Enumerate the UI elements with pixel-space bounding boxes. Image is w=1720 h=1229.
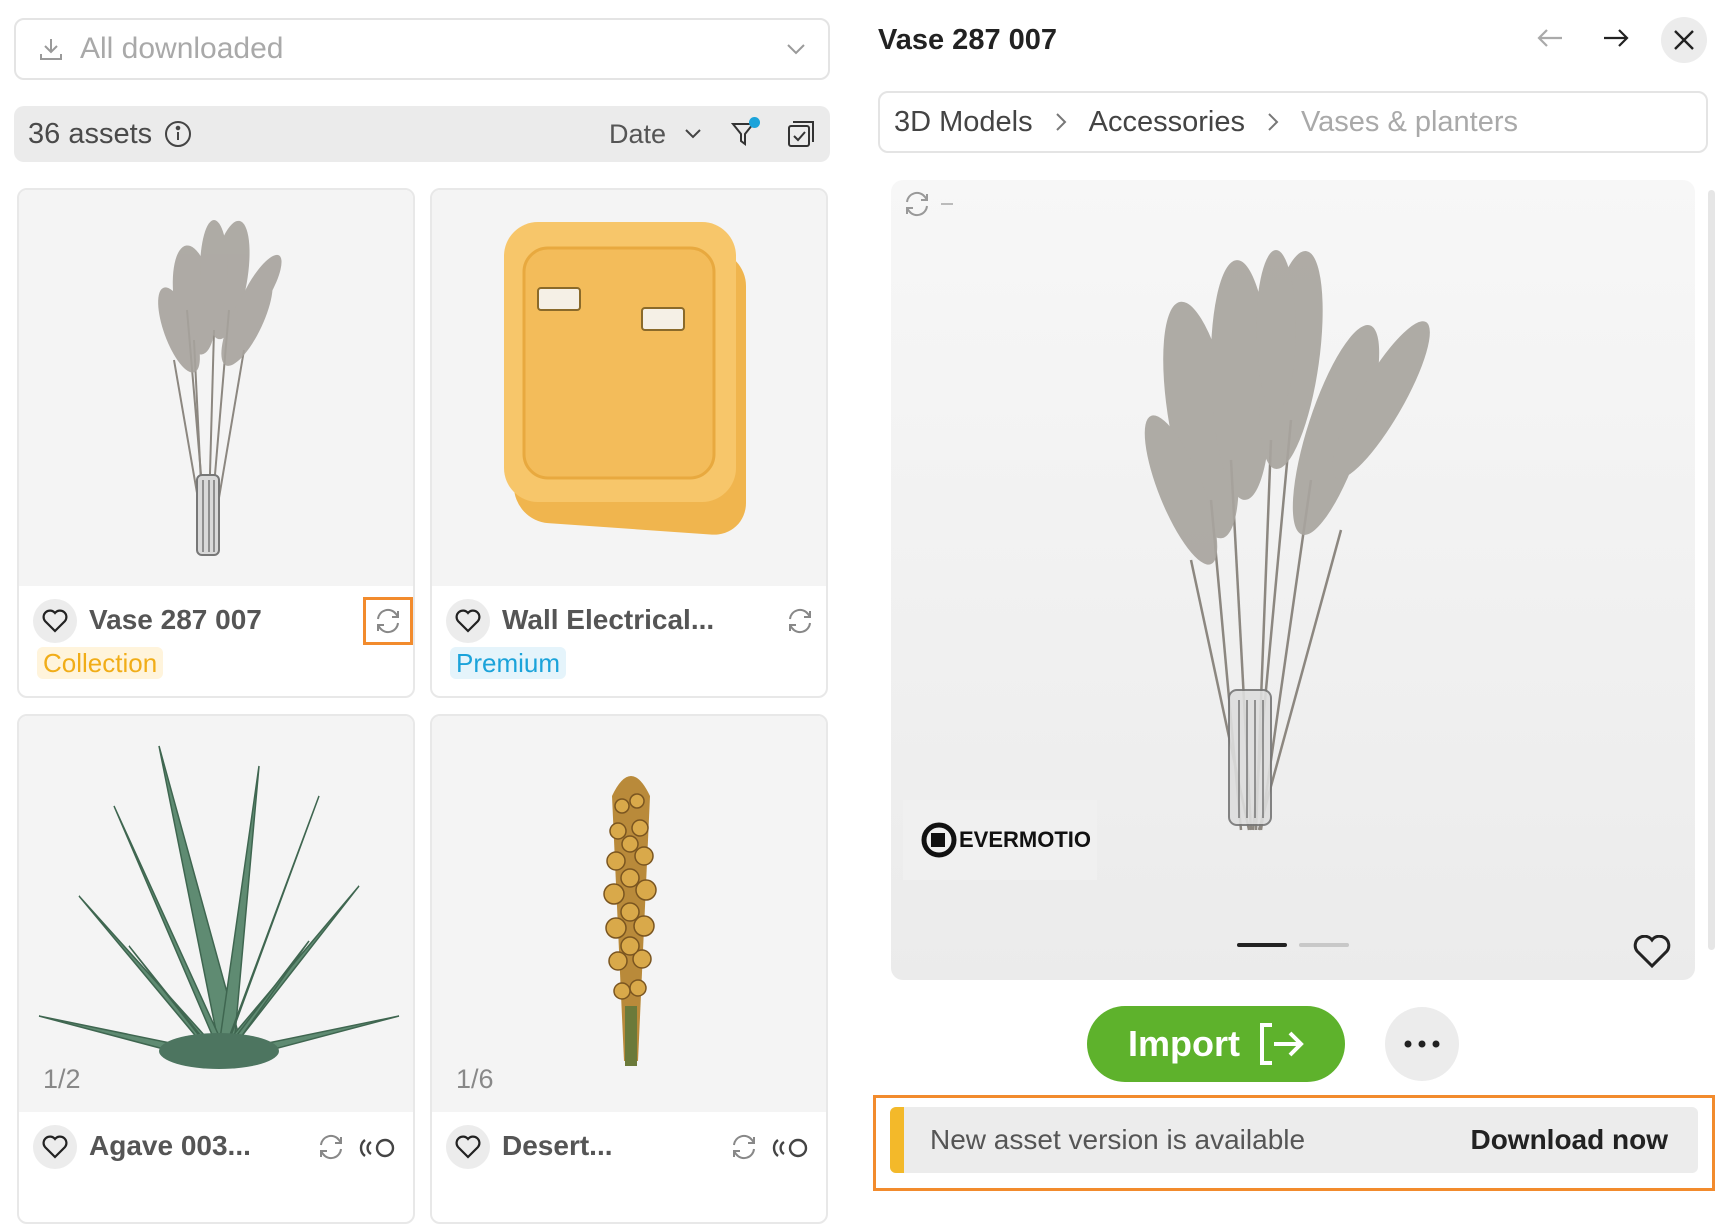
heart-icon xyxy=(42,1135,68,1159)
ar-icon[interactable] xyxy=(772,1136,810,1160)
carousel-dot-active[interactable] xyxy=(1237,943,1287,947)
asset-name: Vase 287 007 xyxy=(89,604,262,635)
asset-name: Wall Electrical... xyxy=(502,604,715,635)
asset-thumbnail xyxy=(19,190,413,586)
chevron-down-icon xyxy=(786,43,806,55)
image-pager: 1/6 xyxy=(456,1064,494,1094)
asset-name: Desert... xyxy=(502,1130,613,1161)
refresh-icon xyxy=(903,190,953,218)
refresh-icon[interactable] xyxy=(786,607,814,635)
chevron-right-icon xyxy=(1055,112,1067,132)
asset-card-agave-003[interactable]: 1/2 Agave 003... xyxy=(17,714,415,1224)
asset-card-wall-electrical[interactable]: Wall Electrical... Premium xyxy=(430,188,828,698)
filter-label: All downloaded xyxy=(80,32,284,65)
refresh-icon[interactable] xyxy=(730,1133,758,1161)
image-pager: 1/2 xyxy=(43,1064,81,1094)
import-label: Import xyxy=(1128,1023,1240,1064)
collection-badge: Collection xyxy=(37,647,164,679)
arrow-left-icon[interactable] xyxy=(1536,26,1564,50)
chevron-down-icon[interactable] xyxy=(684,128,702,140)
filter-active-dot xyxy=(749,117,760,128)
refresh-icon[interactable] xyxy=(317,1133,345,1161)
asset-card-desert[interactable]: 1/6 Desert... xyxy=(430,714,828,1224)
favorite-button[interactable] xyxy=(33,599,77,643)
list-toolbar: 36 assets Date xyxy=(14,106,830,162)
notice-message: New asset version is available xyxy=(930,1124,1306,1155)
select-all-icon[interactable] xyxy=(786,119,816,149)
heart-icon xyxy=(455,609,481,633)
ar-icon[interactable] xyxy=(359,1136,397,1160)
asset-count: 36 assets xyxy=(28,117,153,150)
chevron-right-icon xyxy=(1267,112,1279,132)
update-notice: New asset version is available Download … xyxy=(890,1107,1698,1173)
notice-accent-bar xyxy=(890,1107,904,1173)
detail-title: Vase 287 007 xyxy=(878,24,1058,56)
sort-select[interactable]: Date xyxy=(609,119,666,150)
favorite-button[interactable] xyxy=(33,1125,77,1169)
more-icon xyxy=(1404,1040,1440,1048)
import-button[interactable]: Import xyxy=(1087,1006,1345,1082)
more-options-button[interactable] xyxy=(1385,1007,1459,1081)
info-icon[interactable] xyxy=(164,120,192,148)
asset-thumbnail xyxy=(19,716,413,1112)
svg-text:EVERMOTION: EVERMOTION xyxy=(959,827,1091,852)
breadcrumb: 3D Models Accessories Vases & planters xyxy=(878,91,1708,153)
import-icon xyxy=(1256,1021,1304,1067)
scrollbar[interactable] xyxy=(1708,190,1715,950)
download-icon xyxy=(38,36,64,62)
asset-thumbnail xyxy=(432,190,826,586)
breadcrumb-item[interactable]: 3D Models xyxy=(894,106,1033,139)
refresh-icon[interactable] xyxy=(363,597,413,645)
arrow-right-icon[interactable] xyxy=(1602,26,1630,50)
download-filter-dropdown[interactable]: All downloaded xyxy=(14,18,830,80)
carousel-dot[interactable] xyxy=(1299,943,1349,947)
heart-icon xyxy=(42,609,68,633)
asset-thumbnail xyxy=(432,716,826,1112)
breadcrumb-item[interactable]: Accessories xyxy=(1089,106,1245,139)
heart-icon xyxy=(455,1135,481,1159)
asset-card-vase-287-007[interactable]: Vase 287 007 Collection xyxy=(17,188,415,698)
asset-preview[interactable]: EVERMOTION xyxy=(891,180,1695,980)
premium-badge: Premium xyxy=(450,647,567,679)
close-button[interactable] xyxy=(1661,17,1707,63)
favorite-button[interactable] xyxy=(446,1125,490,1169)
favorite-button[interactable] xyxy=(446,599,490,643)
heart-icon[interactable] xyxy=(1633,935,1671,969)
filter-icon[interactable] xyxy=(730,117,760,149)
download-now-button[interactable]: Download now xyxy=(1470,1124,1668,1156)
asset-name: Agave 003... xyxy=(89,1130,251,1161)
close-icon xyxy=(1674,30,1694,50)
evermotion-logo: EVERMOTION xyxy=(903,800,1097,880)
breadcrumb-current: Vases & planters xyxy=(1300,105,1519,138)
